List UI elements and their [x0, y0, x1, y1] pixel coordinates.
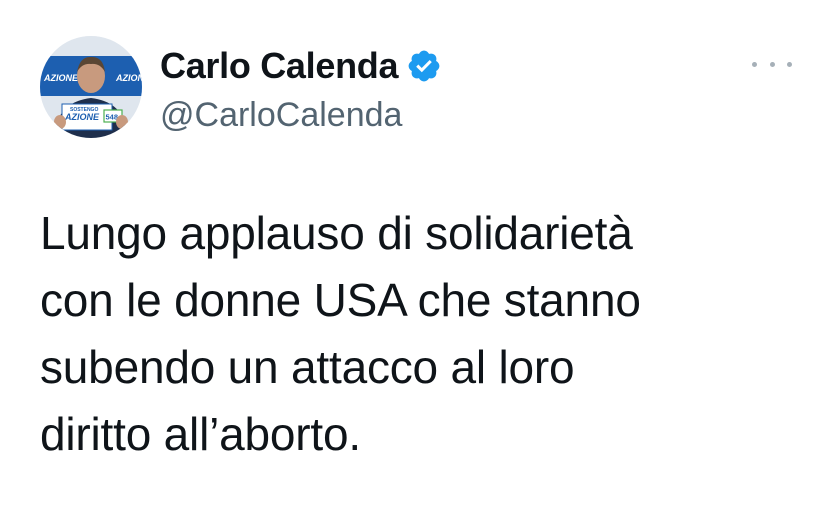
avatar-banner-left: AZIONE: [43, 73, 79, 83]
more-dot: [787, 61, 792, 67]
more-options-icon[interactable]: [752, 52, 792, 76]
tweet-text-line: con le donne USA che stanno: [40, 274, 641, 326]
author-name-row: Carlo Calenda: [160, 44, 442, 88]
tweet-text-line: Lungo applauso di solidarietà: [40, 207, 633, 259]
more-dot: [752, 61, 757, 67]
tweet-text-line: diritto all’aborto.: [40, 408, 361, 460]
tweet-card: AZIONE AZIONE SOSTENGO AZIONE 548 Carlo …: [0, 0, 828, 513]
verified-badge-icon: [406, 48, 442, 84]
avatar-sign-main: AZIONE: [64, 112, 100, 122]
avatar-sign-number: 548: [106, 113, 119, 122]
avatar-image: AZIONE AZIONE SOSTENGO AZIONE 548: [40, 36, 142, 138]
more-dot: [769, 61, 775, 67]
tweet-text-line: subendo un attacco al loro: [40, 341, 575, 393]
tweet-text: Lungo applauso di solidarietà con le don…: [40, 200, 800, 468]
author-display-name[interactable]: Carlo Calenda: [160, 45, 398, 87]
author-avatar[interactable]: AZIONE AZIONE SOSTENGO AZIONE 548: [40, 36, 142, 138]
avatar-banner-right: AZIONE: [115, 73, 142, 83]
author-handle[interactable]: @CarloCalenda: [160, 96, 402, 135]
